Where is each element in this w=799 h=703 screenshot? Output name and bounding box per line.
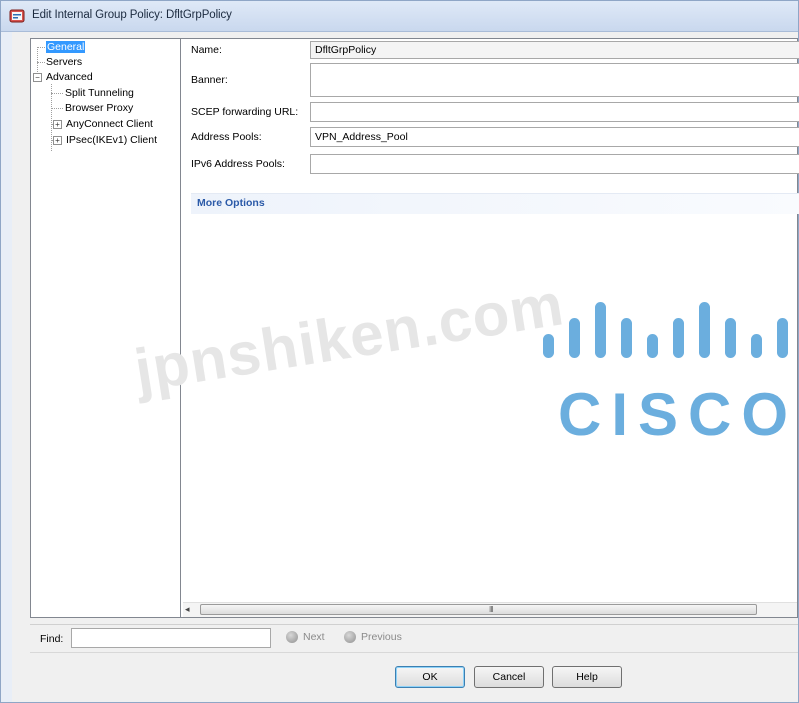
find-next-label: Next xyxy=(303,631,325,643)
banner-field[interactable] xyxy=(310,63,799,97)
tree-item-label: Advanced xyxy=(46,71,93,83)
more-options-expander[interactable]: More Options xyxy=(191,193,799,214)
tree-item-label: General xyxy=(46,41,86,53)
ok-button[interactable]: OK xyxy=(395,666,465,688)
tree-item-advanced[interactable]: − Advanced xyxy=(33,70,93,84)
find-previous-label: Previous xyxy=(361,631,402,643)
find-previous-button[interactable]: Previous xyxy=(344,631,402,644)
more-options-label: More Options xyxy=(197,197,265,209)
tree-item-anyconnect-client[interactable]: + AnyConnect Client xyxy=(53,117,153,131)
scrollbar-thumb[interactable]: III xyxy=(200,604,757,615)
tree-line xyxy=(37,62,45,63)
tree-item-browser-proxy[interactable]: Browser Proxy xyxy=(65,101,133,115)
title-bar[interactable]: Edit Internal Group Policy: DfltGrpPolic… xyxy=(1,1,798,32)
tree-item-ipsec-ikev1-client[interactable]: + IPsec(IKEv1) Client xyxy=(53,133,157,147)
cisco-wordmark: CISCO xyxy=(558,381,798,442)
tree-item-label: Split Tunneling xyxy=(65,87,134,99)
scep-forwarding-url-field[interactable] xyxy=(310,102,799,122)
address-pools-label: Address Pools: xyxy=(191,131,262,143)
tree-item-label: Browser Proxy xyxy=(65,102,134,114)
scrollbar-grip-icon: III xyxy=(489,605,494,614)
window-title: Edit Internal Group Policy: DfltGrpPolic… xyxy=(32,9,232,21)
tree-item-general[interactable]: General xyxy=(46,40,86,54)
previous-circle-icon xyxy=(344,631,356,644)
cisco-bars-icon xyxy=(543,302,788,358)
tree-line xyxy=(51,108,63,109)
expand-icon[interactable]: + xyxy=(53,120,62,129)
tree-item-label: Servers xyxy=(46,56,83,68)
ipv6-address-pools-label: IPv6 Address Pools: xyxy=(191,158,285,170)
next-circle-icon xyxy=(286,631,298,644)
banner-label: Banner: xyxy=(191,74,228,86)
tree-item-label: IPsec(IKEv1) Client xyxy=(66,134,158,146)
ipv6-address-pools-field[interactable] xyxy=(310,154,799,174)
find-label: Find: xyxy=(40,633,64,645)
address-pools-field[interactable]: VPN_Address_Pool xyxy=(310,127,799,147)
scep-forwarding-url-label: SCEP forwarding URL: xyxy=(191,106,299,118)
button-separator xyxy=(30,652,798,653)
name-field[interactable]: DfltGrpPolicy xyxy=(310,41,799,59)
asdm-app-icon xyxy=(9,9,25,23)
help-button[interactable]: Help xyxy=(552,666,622,688)
name-label: Name: xyxy=(191,44,222,56)
cancel-button[interactable]: Cancel xyxy=(474,666,544,688)
tree-line xyxy=(37,47,45,48)
horizontal-scrollbar[interactable]: ◂ III xyxy=(183,602,797,617)
find-bar: Find: Next Previous xyxy=(30,624,798,653)
expand-icon[interactable]: + xyxy=(53,136,62,145)
find-next-button[interactable]: Next xyxy=(286,631,325,644)
tree-item-servers[interactable]: Servers xyxy=(46,55,82,69)
cisco-logo: CISCO xyxy=(543,302,798,442)
navigation-tree[interactable]: General Servers − Advanced Split Tunnelin… xyxy=(30,38,185,618)
tree-line xyxy=(51,93,63,94)
scroll-left-arrow-icon[interactable]: ◂ xyxy=(185,604,190,615)
find-input[interactable] xyxy=(71,628,271,648)
tree-item-split-tunneling[interactable]: Split Tunneling xyxy=(65,86,134,100)
collapse-icon[interactable]: − xyxy=(33,73,42,82)
tree-item-label: AnyConnect Client xyxy=(66,118,153,130)
